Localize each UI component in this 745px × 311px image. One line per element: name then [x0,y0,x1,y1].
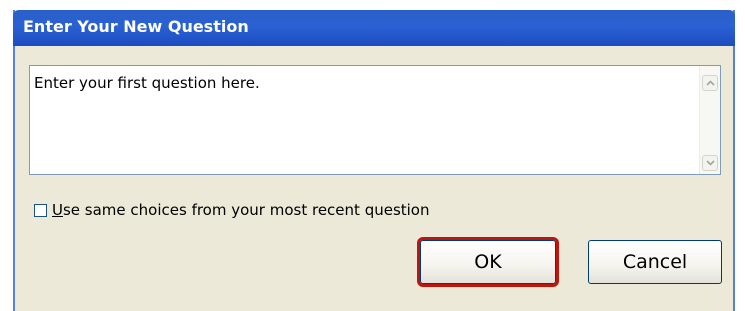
same-choices-option[interactable]: Use same choices from your most recent q… [34,200,430,220]
dialog-titlebar[interactable]: Enter Your New Question [13,10,735,46]
same-choices-checkbox[interactable] [34,203,47,217]
ok-button[interactable]: OK [417,237,559,287]
vertical-scrollbar[interactable] [699,66,720,174]
scroll-down-arrow-icon [705,160,715,166]
scroll-down-button[interactable] [702,155,718,171]
same-choices-label-text: se same choices from your most recent qu… [62,201,430,219]
cancel-button[interactable]: Cancel [588,240,722,284]
question-dialog: Enter Your New Question Enter your first… [13,10,735,311]
scroll-up-arrow-icon [705,80,715,86]
dialog-title: Enter Your New Question [23,17,249,36]
question-textarea[interactable]: Enter your first question here. [29,65,721,175]
scroll-up-button[interactable] [702,75,718,91]
same-choices-label[interactable]: Use same choices from your most recent q… [52,201,430,219]
mnemonic-letter: U [52,201,63,219]
question-text[interactable]: Enter your first question here. [34,74,260,92]
